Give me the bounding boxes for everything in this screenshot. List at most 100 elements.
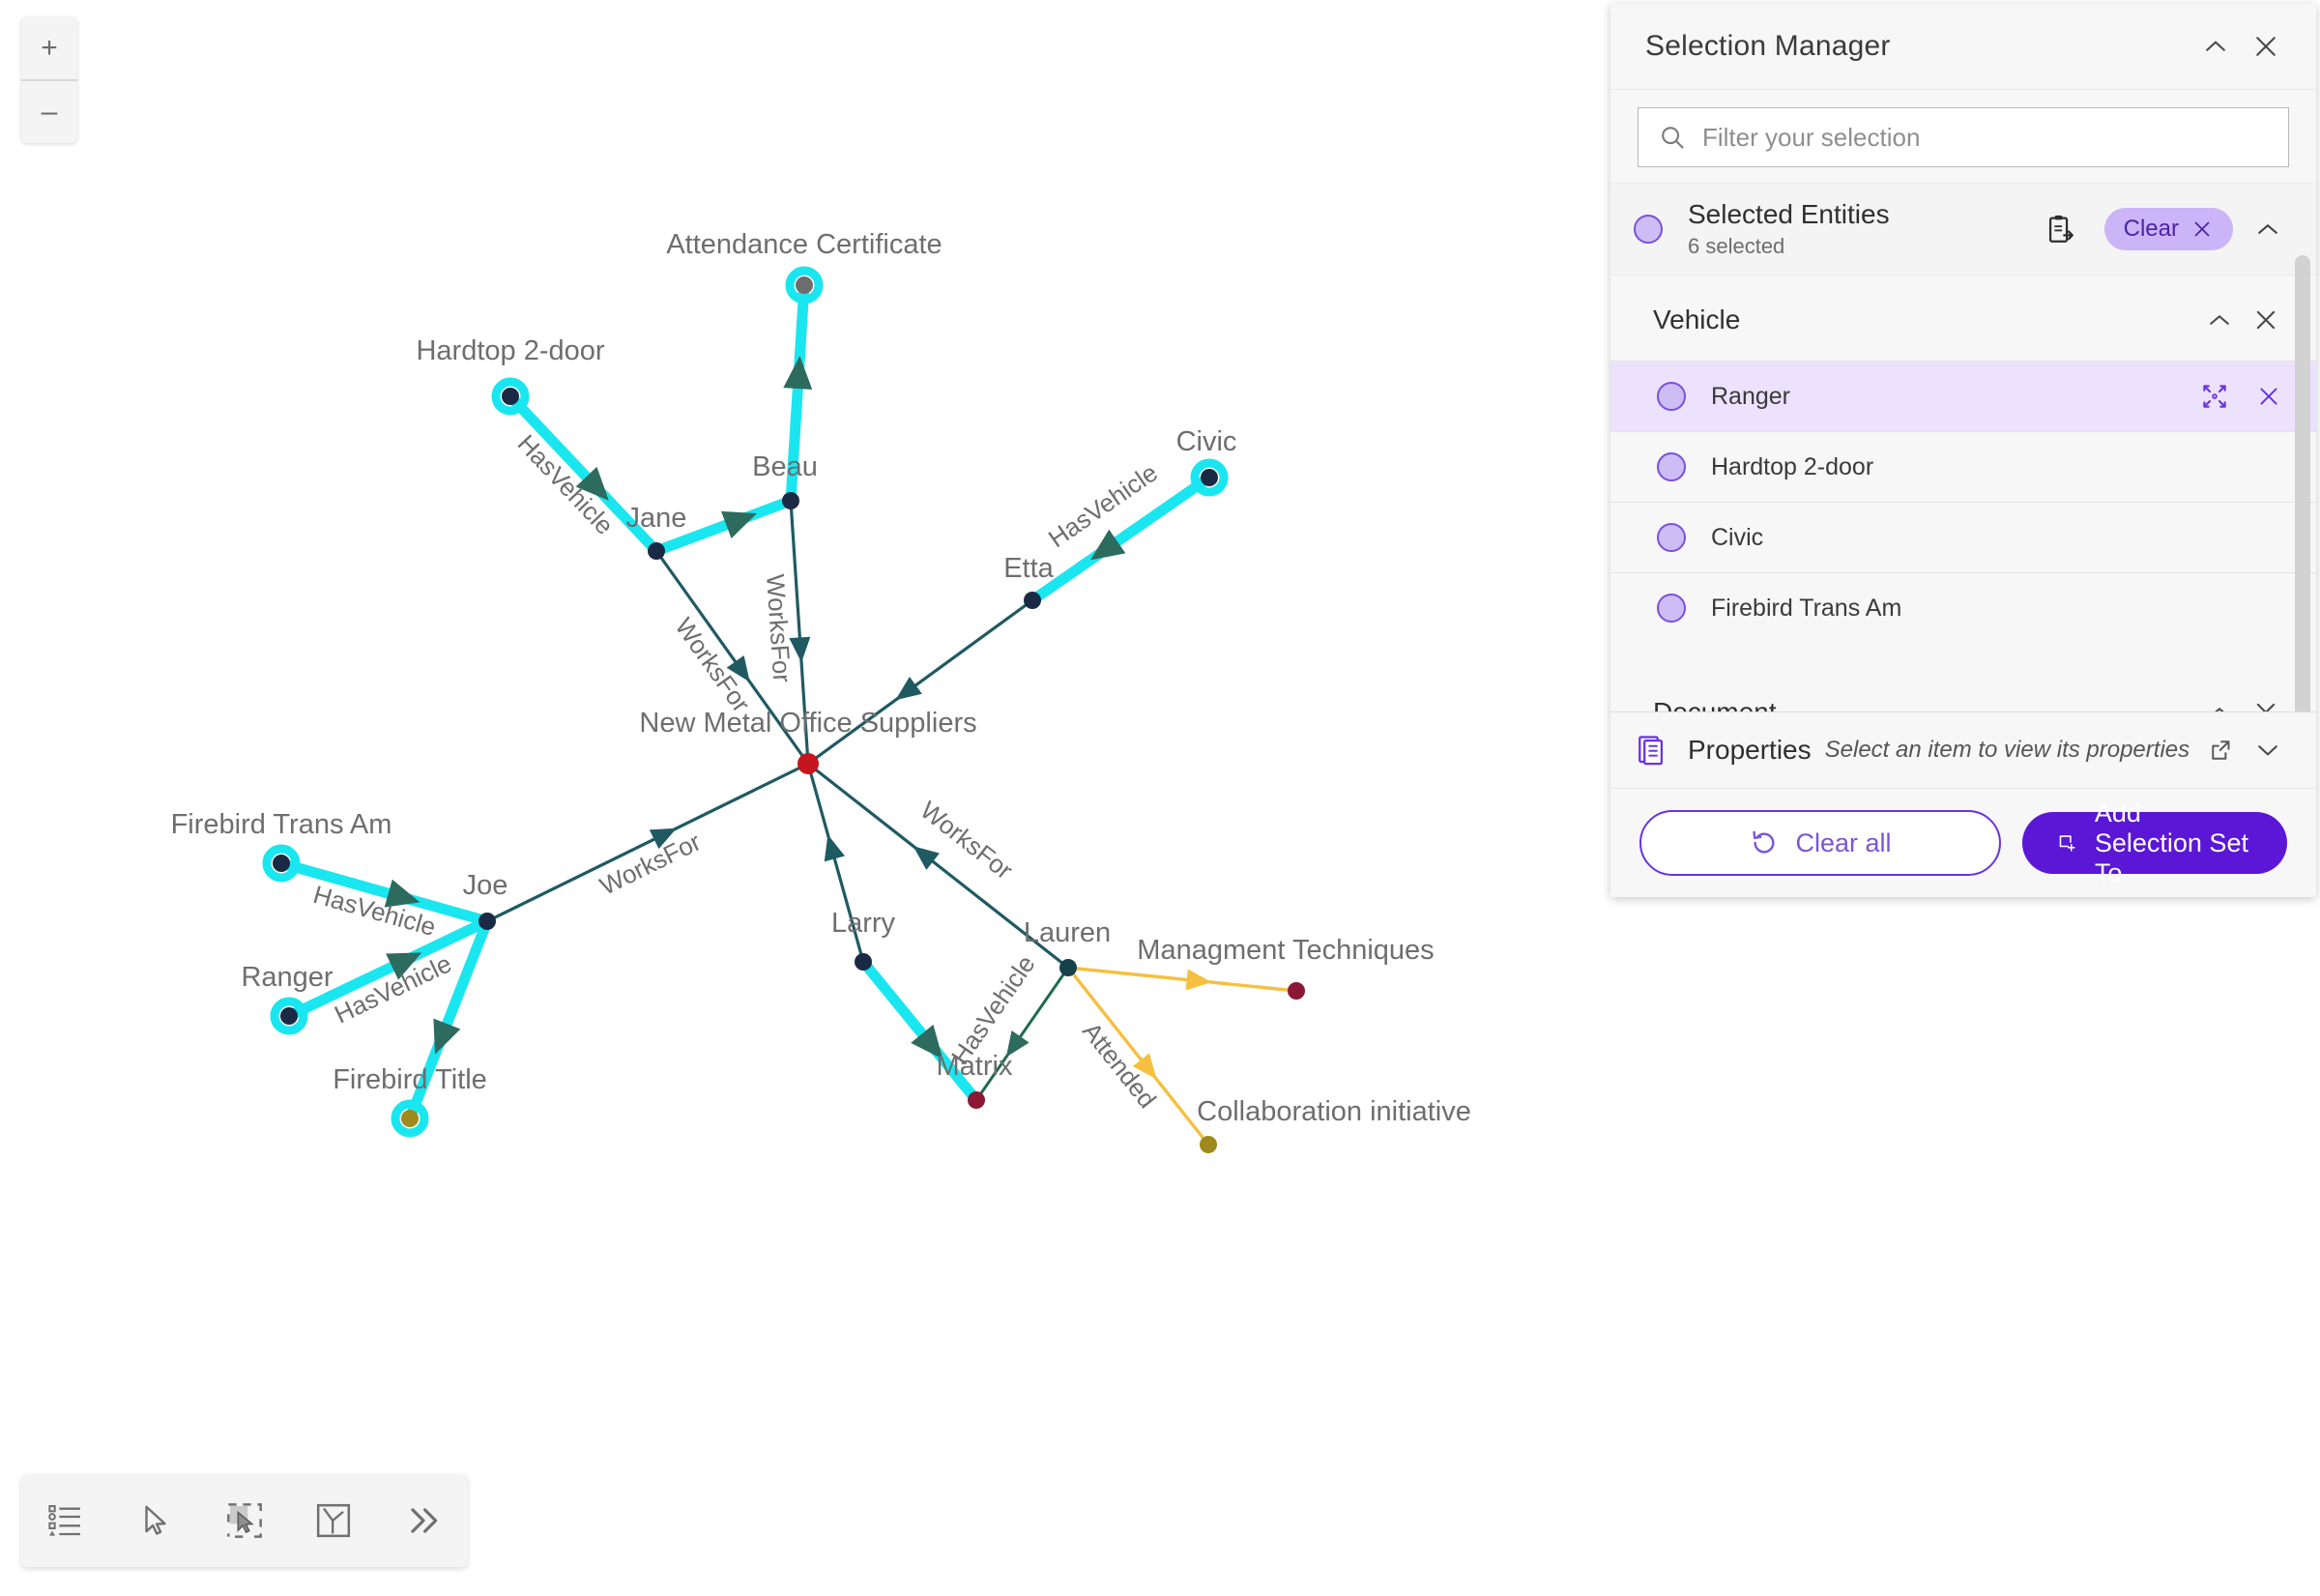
properties-bar[interactable]: Properties Select an item to view its pr… xyxy=(1610,711,2316,788)
node-dot[interactable] xyxy=(648,542,665,560)
graph-edge[interactable] xyxy=(806,598,1034,766)
panel-collapse-button[interactable] xyxy=(2190,21,2241,72)
selected-entities-bullet xyxy=(1634,215,1688,245)
graph-edge[interactable]: WorksFor xyxy=(485,762,810,923)
graph-node[interactable] xyxy=(1288,982,1305,1000)
node-dot[interactable] xyxy=(280,1007,298,1025)
graph-node[interactable] xyxy=(782,492,799,509)
entity-label: Hardtop 2-door xyxy=(1711,452,1874,480)
entity-row[interactable]: Civic xyxy=(1610,502,2316,573)
type-collapse-button[interactable] xyxy=(2196,689,2243,711)
add-selection-set-button[interactable]: Add Selection Set To xyxy=(2022,798,2287,887)
graph-edge[interactable]: Attended xyxy=(1066,966,1210,1146)
graph-canvas[interactable]: HasVehicle WorksFor WorksFor HasVehicle HasV… xyxy=(0,0,1605,1596)
graph-edge[interactable] xyxy=(1066,966,1298,993)
node-dot[interactable] xyxy=(478,913,496,930)
node-dot[interactable] xyxy=(1200,1136,1217,1153)
entity-row[interactable]: Ranger xyxy=(1610,361,2316,432)
graph-bottom-toolbar[interactable] xyxy=(21,1474,468,1567)
node-dot[interactable] xyxy=(1024,592,1041,609)
selected-entities-clear-chip[interactable]: Clear xyxy=(2103,208,2233,251)
graph-node[interactable] xyxy=(798,753,819,774)
external-link-icon xyxy=(2212,740,2230,760)
entity-dot-icon xyxy=(1657,594,1711,624)
graph-node[interactable] xyxy=(648,542,665,560)
zoom-out-button[interactable]: – xyxy=(21,81,77,143)
graph-node[interactable] xyxy=(1059,959,1077,976)
node-dot[interactable] xyxy=(782,492,799,509)
layout-button[interactable] xyxy=(289,1474,378,1567)
edge-label: WorksFor xyxy=(595,827,706,901)
legend-icon xyxy=(48,1505,81,1536)
graph-node[interactable] xyxy=(491,377,530,416)
graph-node[interactable] xyxy=(1024,592,1041,609)
graph-node[interactable] xyxy=(478,913,496,930)
graph-node[interactable] xyxy=(270,997,308,1035)
type-title: Document xyxy=(1653,697,2196,711)
marquee-select-button[interactable] xyxy=(200,1474,289,1567)
legend-button[interactable] xyxy=(21,1474,110,1567)
selected-entities-copy-button[interactable] xyxy=(2037,206,2083,252)
more-tools-button[interactable] xyxy=(379,1474,468,1567)
selection-scroll-area[interactable]: Selected Entities 6 selected Clear Vehicle R… xyxy=(1610,183,2316,711)
entity-dot-icon xyxy=(1657,452,1686,482)
node-dot[interactable] xyxy=(1201,469,1218,486)
filter-box[interactable] xyxy=(1638,107,2289,167)
entity-dot-icon xyxy=(1657,452,1711,482)
filter-section xyxy=(1610,90,2316,183)
entity-row[interactable]: Hardtop 2-door xyxy=(1610,431,2316,503)
type-remove-button[interactable] xyxy=(2243,297,2289,343)
graph-node[interactable] xyxy=(785,266,824,305)
search-icon xyxy=(1658,123,1687,152)
graph-node[interactable] xyxy=(1200,1136,1217,1153)
plus-icon: + xyxy=(41,32,58,64)
node-dot[interactable] xyxy=(401,1110,419,1127)
type-remove-button[interactable] xyxy=(2243,689,2289,711)
graph-edge[interactable]: HasVehicle xyxy=(276,857,493,942)
zoom-to-entity-button[interactable] xyxy=(2194,376,2235,417)
panel-close-button[interactable] xyxy=(2241,21,2291,72)
clear-all-button[interactable]: Clear all xyxy=(1639,810,2001,876)
graph-edge[interactable]: HasVehicle xyxy=(1027,458,1215,606)
selected-entities-collapse-button[interactable] xyxy=(2245,206,2291,252)
zoom-controls[interactable]: + – xyxy=(21,17,77,143)
selected-entities-count: 6 selected xyxy=(1688,234,1785,259)
node-label: Ranger xyxy=(241,962,333,993)
group-spacer xyxy=(1610,643,2316,669)
properties-hint: Select an item to view its properties xyxy=(1824,737,2190,763)
selection-list: Selected Entities 6 selected Clear Vehicle R… xyxy=(1610,184,2316,711)
node-label: Managment Techniques xyxy=(1137,935,1434,966)
minus-icon: – xyxy=(41,96,58,128)
zoom-in-button[interactable]: + xyxy=(21,17,77,81)
node-dot[interactable] xyxy=(1288,982,1305,1000)
entity-row[interactable]: Firebird Trans Am xyxy=(1610,572,2316,644)
node-dot[interactable] xyxy=(855,953,872,971)
graph-node[interactable] xyxy=(968,1091,985,1109)
graph-node[interactable] xyxy=(1190,458,1229,497)
node-dot[interactable] xyxy=(1059,959,1077,976)
graph-node[interactable] xyxy=(391,1099,429,1138)
node-label: Lauren xyxy=(1024,917,1111,948)
chevron-up-icon xyxy=(2206,41,2225,51)
node-dot[interactable] xyxy=(798,753,819,774)
selection-manager-panel[interactable]: Selection Manager Selected Entities 6 sel… xyxy=(1610,4,2316,897)
node-dot[interactable] xyxy=(796,276,813,294)
pointer-select-button[interactable] xyxy=(110,1474,199,1567)
type-collapse-button[interactable] xyxy=(2196,297,2243,343)
graph-node[interactable] xyxy=(855,953,872,971)
panel-header: Selection Manager xyxy=(1610,4,2316,90)
panel-scrollbar-thumb[interactable] xyxy=(2295,255,2310,711)
properties-popout-button[interactable] xyxy=(2198,727,2245,773)
graph-node[interactable] xyxy=(262,844,301,883)
node-dot[interactable] xyxy=(502,388,519,405)
properties-expand-button[interactable] xyxy=(2245,727,2291,773)
layout-icon xyxy=(317,1503,351,1538)
panel-scrollbar[interactable] xyxy=(2295,255,2310,711)
filter-input[interactable] xyxy=(1700,121,2275,154)
node-dot[interactable] xyxy=(273,855,290,872)
entity-dot-icon xyxy=(1657,382,1711,412)
entity-label: Firebird Trans Am xyxy=(1711,594,1902,622)
node-dot[interactable] xyxy=(968,1091,985,1109)
remove-entity-button[interactable] xyxy=(2248,376,2289,417)
graph-svg[interactable]: HasVehicle WorksFor WorksFor HasVehicle HasV… xyxy=(0,0,1605,1596)
